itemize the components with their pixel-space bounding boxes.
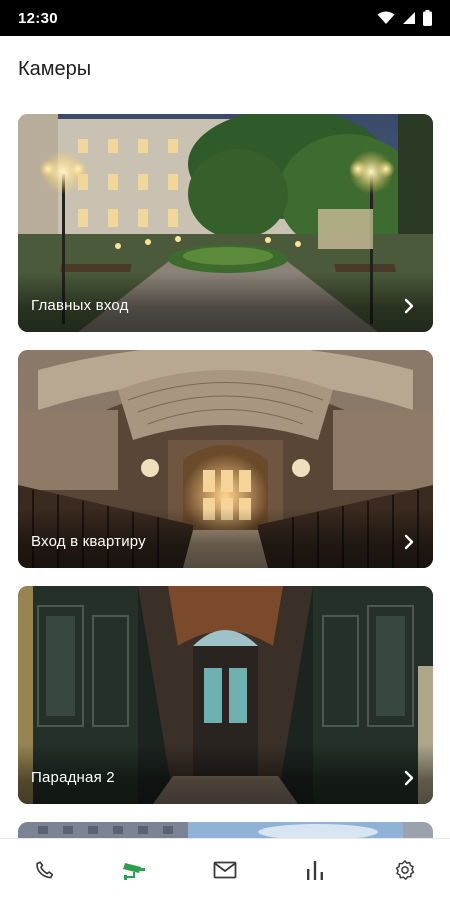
status-icons: [377, 10, 432, 26]
status-time: 12:30: [18, 9, 58, 27]
camera-card-entrance-2[interactable]: Парадная 2: [18, 586, 433, 804]
page-title: Камеры: [18, 58, 92, 80]
wifi-icon: [377, 11, 395, 24]
phone-icon: [36, 860, 54, 878]
chevron-right-icon: [404, 534, 414, 550]
camera-name: Парадная 2: [31, 769, 115, 786]
battery-icon: [423, 10, 432, 26]
cctv-camera-icon: [123, 862, 145, 880]
mail-icon: [213, 861, 237, 878]
nav-settings[interactable]: [375, 845, 435, 895]
camera-name: Главных вход: [31, 297, 129, 314]
camera-card-apartment-entrance[interactable]: Вход в квартиру: [18, 350, 433, 568]
camera-name: Вход в квартиру: [31, 533, 146, 550]
nav-calls[interactable]: [15, 845, 75, 895]
nav-statistics[interactable]: [285, 845, 345, 895]
bar-chart-icon: [307, 860, 323, 880]
camera-list: Главных вход Вход в квартиру Парадная 2: [18, 114, 433, 840]
bottom-navigation: [0, 838, 450, 900]
nav-messages[interactable]: [195, 845, 255, 895]
nav-cameras[interactable]: [105, 845, 165, 895]
status-bar: 12:30: [0, 0, 450, 36]
chevron-right-icon: [404, 298, 414, 314]
cellular-signal-icon: [403, 12, 415, 24]
camera-card-main-entrance[interactable]: Главных вход: [18, 114, 433, 332]
chevron-right-icon: [404, 770, 414, 786]
gear-icon: [395, 859, 415, 880]
